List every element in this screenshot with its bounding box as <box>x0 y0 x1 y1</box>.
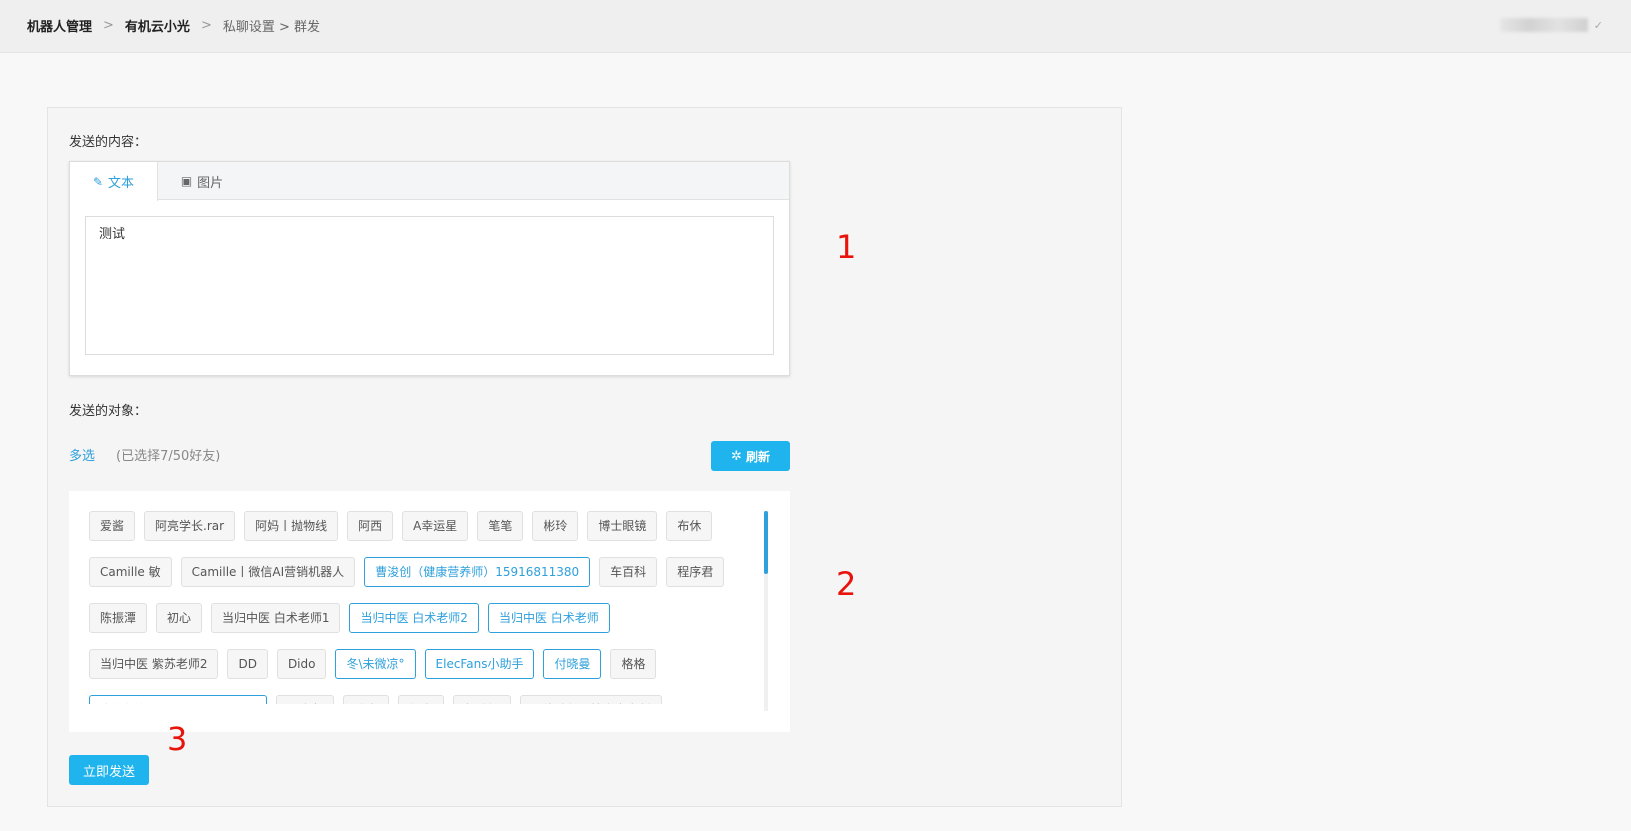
breadcrumb-robot-management[interactable]: 机器人管理 <box>27 16 92 35</box>
content-label: 发送的内容： <box>69 135 148 150</box>
avatar <box>1499 18 1588 32</box>
content-tabs: ✎ 文本 ▣ 图片 <box>70 162 789 201</box>
selected-count: (已选择7/50好友) <box>116 449 221 464</box>
refresh-label: 刷新 <box>745 449 770 464</box>
friend-tag[interactable]: 当归中医 白术老师1 <box>211 603 341 633</box>
friend-tag[interactable]: Camille 敏 <box>89 557 172 587</box>
tab-text[interactable]: ✎ 文本 <box>70 162 158 201</box>
refresh-button[interactable]: ✲ 刷新 <box>711 441 790 471</box>
friend-tags: 爱酱 阿亮学长.rar 阿妈丨抛物线 阿西 A幸运星 笔笔 彬玲 博士眼镜 布休 Camille … <box>89 511 753 704</box>
tab-image[interactable]: ▣ 图片 <box>158 162 246 200</box>
friend-tag[interactable]: 当归中医 白术老师 <box>487 603 610 633</box>
friend-tag[interactable]: 格格 <box>610 649 657 679</box>
friend-tag[interactable]: 冬\未微凉° <box>335 649 416 679</box>
friend-tag[interactable]: 博士眼镜 <box>587 511 658 541</box>
tab-image-label: 图片 <box>197 175 224 191</box>
broadcast-form-card: 发送的内容： ✎ 文本 ▣ 图片 发送的对象： 多选 (已选择7/50好友) ✲… <box>47 107 1122 807</box>
friend-tag[interactable]: 爱酱 <box>89 511 136 541</box>
friend-tag[interactable]: 训练教师 · 技高忠定制 <box>520 695 662 704</box>
friend-tag[interactable]: 阿亮学长.rar <box>144 511 236 541</box>
send-now-button[interactable]: 立即发送 <box>69 755 149 785</box>
friend-tag[interactable]: 当归中医 紫苏老师2 <box>89 649 219 679</box>
chevron-down-icon: ✓ <box>1593 18 1603 32</box>
friend-tag[interactable]: 浩淼 <box>343 695 390 704</box>
top-bar: 机器人管理 > 有机云小光 > 私聊设置 > 群发 ✓ <box>0 0 1631 53</box>
friend-tag[interactable]: Camille丨微信AI营销机器人 <box>180 557 356 587</box>
friend-tag[interactable]: A幸运星 <box>402 511 469 541</box>
annotation-marker-3: 3 <box>167 720 188 758</box>
user-menu[interactable]: ✓ <box>1499 18 1603 32</box>
friend-tag[interactable]: 胡浩扬 <box>453 695 512 704</box>
friend-tag[interactable]: ElecFans小助手 <box>424 649 535 679</box>
target-label: 发送的对象： <box>69 404 148 419</box>
friend-tag[interactable]: Dido <box>276 649 327 679</box>
pencil-icon: ✎ <box>92 174 104 189</box>
breadcrumb-separator: > <box>200 18 212 33</box>
friend-tag[interactable]: 笔笔 <box>477 511 524 541</box>
friend-tag[interactable]: 付晓曼 <box>543 649 602 679</box>
breadcrumb-robot-name[interactable]: 有机云小光 <box>125 16 190 35</box>
friend-tag[interactable]: 初心 <box>156 603 203 633</box>
friend-tag[interactable]: 布休 <box>666 511 713 541</box>
scrollbar[interactable] <box>764 511 768 711</box>
friend-tag[interactable]: 车百科 <box>599 557 658 587</box>
multi-select-link[interactable]: 多选 <box>69 445 95 464</box>
friend-tag[interactable]: 陈振潭 <box>89 603 148 633</box>
friend-tag[interactable]: 阿西 <box>347 511 394 541</box>
friend-tag[interactable]: DD <box>227 649 268 679</box>
friend-tag[interactable]: 红光 <box>398 695 445 704</box>
friend-tag[interactable]: 当归中医 白术老师2 <box>349 603 479 633</box>
content-editor: ✎ 文本 ▣ 图片 <box>69 161 790 376</box>
annotation-marker-2: 2 <box>836 565 857 603</box>
image-icon: ▣ <box>180 174 193 188</box>
friend-list: 爱酱 阿亮学长.rar 阿妈丨抛物线 阿西 A幸运星 笔笔 彬玲 博士眼镜 布休 Camille … <box>69 491 790 732</box>
breadcrumb-current: 私聊设置 > 群发 <box>222 20 321 35</box>
breadcrumb-separator: > <box>103 18 114 33</box>
breadcrumb: 机器人管理 > 有机云小光 > 私聊设置 > 群发 <box>27 16 320 35</box>
friend-tag[interactable]: 程序君 <box>666 557 725 587</box>
tab-text-label: 文本 <box>108 176 135 191</box>
refresh-icon: ✲ <box>731 448 742 464</box>
friend-tag[interactable]: 果冻鱼 <box>275 695 334 704</box>
friend-tag[interactable]: 阿妈丨抛物线 <box>244 511 339 541</box>
scrollbar-thumb[interactable] <box>764 511 768 574</box>
message-textarea[interactable] <box>85 216 774 355</box>
annotation-marker-1: 1 <box>836 228 857 266</box>
friend-tag[interactable]: 曹浚创（健康营养师）15916811380 <box>364 557 591 587</box>
friend-tag[interactable]: 广东律参张逼18818692305 <box>89 695 267 704</box>
friend-tag[interactable]: 彬玲 <box>532 511 579 541</box>
